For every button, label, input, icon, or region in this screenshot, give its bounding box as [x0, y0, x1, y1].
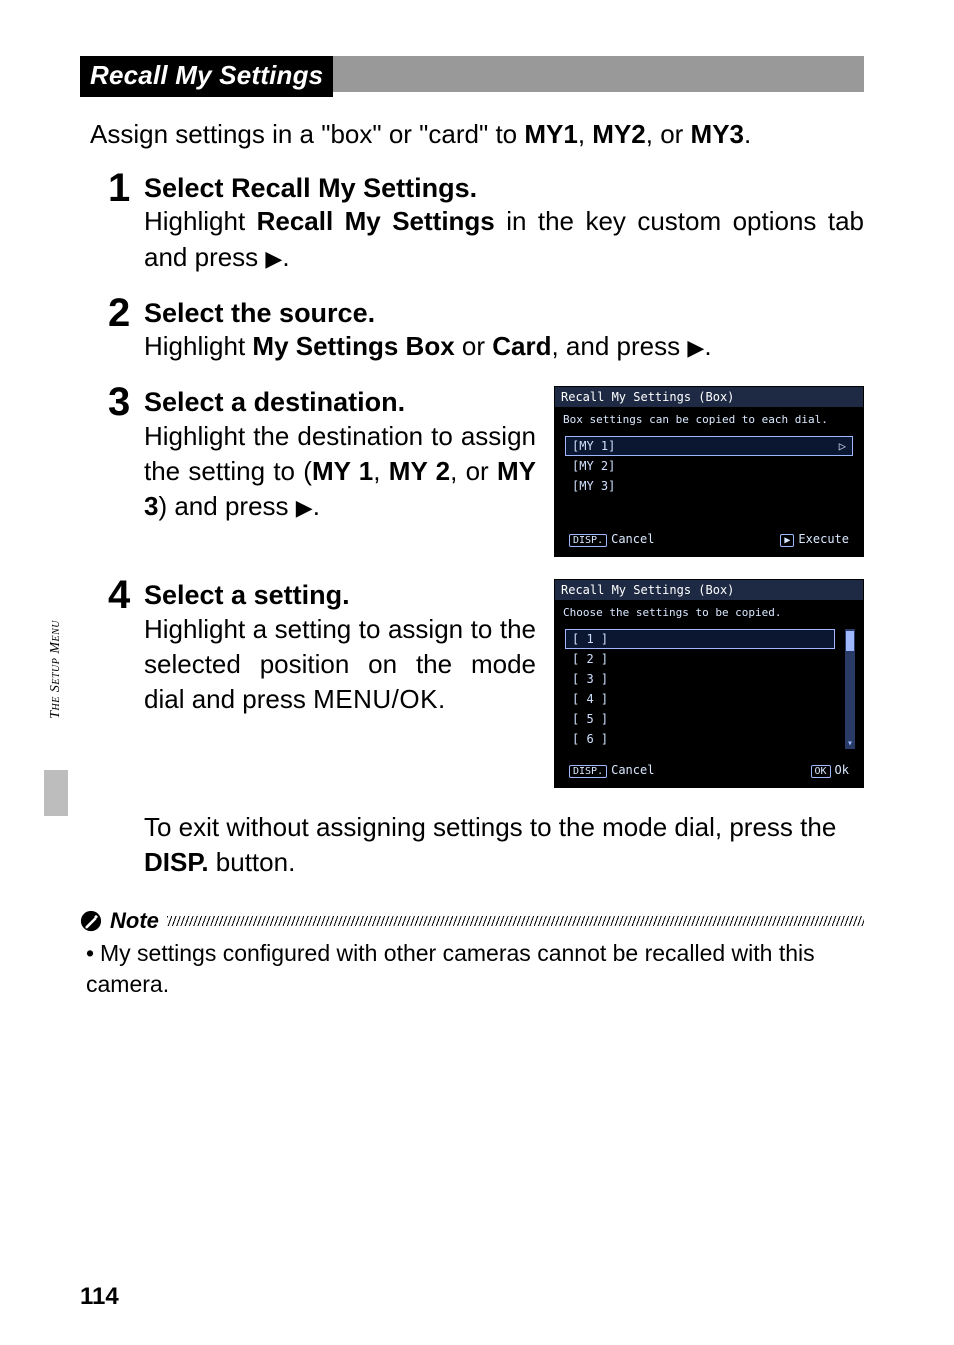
lcd1-cancel-text: Cancel — [611, 532, 654, 546]
lcd2-scrollbar: ▾ — [845, 629, 855, 749]
lcd1-row-my2: [MY 2] — [565, 456, 853, 476]
section-header: Recall My Settings — [80, 56, 333, 97]
step-3-title: Select a destination. — [144, 386, 536, 418]
step-1-body-bold: Recall My Settings — [257, 206, 495, 236]
step-4-after: To exit without assigning settings to th… — [144, 810, 864, 880]
lcd2-row-3: [ 3 ] — [565, 669, 835, 689]
intro-my1: MY1 — [524, 119, 577, 149]
bullet-icon: • — [86, 938, 100, 969]
lcd2-message: Choose the settings to be copied. — [555, 600, 863, 629]
step-1-title-bold: Recall My Settings — [231, 173, 470, 203]
intro-my3: MY3 — [691, 119, 744, 149]
step-2: 2 Select the source. Highlight My Settin… — [108, 297, 864, 364]
pencil-icon — [80, 910, 102, 932]
step-4-title: Select a setting. — [144, 579, 536, 611]
lcd1-message: Box settings can be copied to each dial. — [555, 407, 863, 436]
lcd1-row-arrow-icon: ▷ — [839, 439, 846, 453]
lcd1-exec-btn-icon: ▶ — [780, 534, 794, 547]
step-3-screenshot: Recall My Settings (Box) Box settings ca… — [554, 386, 864, 557]
lcd1-row-my1: [MY 1] ▷ — [565, 436, 853, 456]
note-label: Note — [110, 908, 159, 934]
lcd2-ok: OK Ok — [811, 763, 850, 777]
lcd1-row-my3: [MY 3] — [565, 476, 853, 496]
note-body-text: My settings configured with other camera… — [86, 940, 815, 997]
step-3: 3 Select a destination. Highlight the de… — [108, 386, 864, 557]
step-3-number: 3 — [108, 380, 130, 425]
after4-a: To exit without assigning settings to th… — [144, 812, 836, 842]
lcd1-row-my1-label: [MY 1] — [572, 439, 615, 453]
step-4-body-b: . — [438, 684, 445, 714]
step-3-my1: MY 1 — [312, 456, 373, 486]
lcd2-scroll-down-icon: ▾ — [845, 738, 855, 749]
step-2-body-d: . — [704, 331, 711, 361]
lcd2-row-1-label: [ 1 ] — [572, 632, 608, 646]
step-1-body-c: . — [282, 242, 289, 272]
right-arrow-icon — [296, 491, 313, 521]
step-4-body: Highlight a setting to assign to the sel… — [144, 612, 536, 717]
lcd2-cancel-text: Cancel — [611, 763, 654, 777]
step-4-menuok: MENU/OK — [313, 684, 438, 714]
lcd2-row-6: [ 6 ] — [565, 729, 835, 749]
step-2-body-c: , and press — [551, 331, 687, 361]
lcd2-row-5: [ 5 ] — [565, 709, 835, 729]
note-divider — [167, 916, 864, 926]
right-arrow-icon — [265, 242, 282, 272]
intro-or: , or — [646, 119, 691, 149]
step-1-title: Select Recall My Settings. — [144, 172, 864, 204]
right-arrow-icon — [687, 331, 704, 361]
lcd2-cancel-btn-icon: DISP. — [569, 765, 607, 778]
after4-disp: DISP. — [144, 847, 209, 877]
side-tab-text: The Setup Menu — [48, 620, 64, 719]
note-header: Note — [80, 908, 864, 934]
step-3-body-c: . — [313, 491, 320, 521]
step-2-body: Highlight My Settings Box or Card, and p… — [144, 329, 864, 364]
lcd1-cancel-btn-icon: DISP. — [569, 534, 607, 547]
lcd1-exec-text: Execute — [798, 532, 849, 546]
lcd1-execute: ▶ Execute — [780, 532, 849, 546]
step-2-body-a: Highlight — [144, 331, 252, 361]
step-3-body: Highlight the destination to assign the … — [144, 419, 536, 524]
lcd1-cancel: DISP. Cancel — [569, 532, 654, 546]
step-3-sep1: , — [373, 456, 389, 486]
intro-end: . — [744, 119, 751, 149]
step-2-body-b1: My Settings Box — [252, 331, 454, 361]
step-1-number: 1 — [108, 166, 130, 211]
lcd2-title: Recall My Settings (Box) — [555, 580, 863, 600]
page-number: 114 — [80, 1283, 119, 1311]
step-2-body-b2: Card — [492, 331, 551, 361]
note-body: •My settings configured with other camer… — [86, 938, 864, 1000]
step-4-screenshot: Recall My Settings (Box) Choose the sett… — [554, 579, 864, 788]
intro-pre: Assign settings in a "box" or "card" to — [90, 119, 524, 149]
lcd2-cancel: DISP. Cancel — [569, 763, 654, 777]
lcd2-ok-text: Ok — [835, 763, 849, 777]
intro-my2: MY2 — [592, 119, 645, 149]
step-4: 4 Select a setting. Highlight a setting … — [108, 579, 864, 788]
lcd2-ok-btn-icon: OK — [811, 765, 831, 778]
step-4-number: 4 — [108, 573, 130, 618]
after4-b: button. — [209, 847, 296, 877]
step-3-my2: MY 2 — [389, 456, 450, 486]
lcd2-row-1: [ 1 ] — [565, 629, 835, 649]
step-2-title: Select the source. — [144, 297, 864, 329]
step-1-title-pre: Select — [144, 173, 231, 203]
step-3-body-b: ) and press — [158, 491, 295, 521]
lcd1-title: Recall My Settings (Box) — [555, 387, 863, 407]
intro-sep1: , — [578, 119, 592, 149]
step-2-number: 2 — [108, 291, 130, 336]
step-1-body: Highlight Recall My Settings in the key … — [144, 204, 864, 274]
step-1-body-a: Highlight — [144, 206, 257, 236]
side-tab: The Setup Menu — [44, 620, 70, 790]
step-2-body-or: or — [455, 331, 493, 361]
step-3-sep2: , or — [450, 456, 497, 486]
intro-text: Assign settings in a "box" or "card" to … — [90, 117, 864, 152]
side-tab-bar — [44, 770, 68, 816]
step-1-title-post: . — [470, 173, 478, 203]
lcd2-scroll-thumb — [846, 631, 854, 651]
step-1: 1 Select Recall My Settings. Highlight R… — [108, 172, 864, 275]
lcd2-row-4: [ 4 ] — [565, 689, 835, 709]
lcd2-row-2: [ 2 ] — [565, 649, 835, 669]
